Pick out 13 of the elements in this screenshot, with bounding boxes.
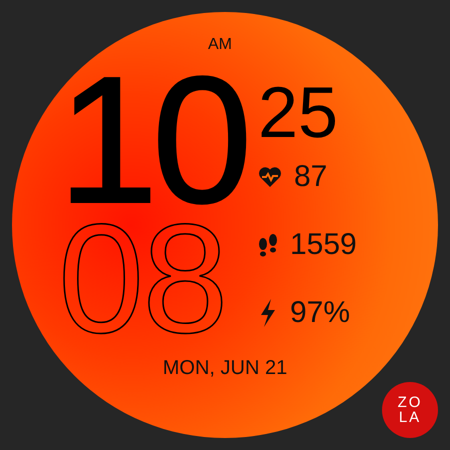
minute-digits: 25 (258, 83, 340, 143)
footprints-icon (258, 233, 278, 257)
stat-value: 1559 (290, 228, 357, 262)
lightning-icon (258, 299, 278, 327)
hour-digits: 10 (58, 66, 248, 216)
date-label: MON, JUN 21 (162, 357, 288, 380)
am-pm-label: AM (208, 36, 232, 54)
outline-digits: 08 (58, 219, 226, 339)
logo-text: ZO (398, 395, 422, 410)
stat-value: 87 (294, 160, 328, 194)
stat-value: 97% (290, 296, 350, 330)
heart-rate-icon (258, 166, 282, 188)
logo-text: LA (398, 410, 422, 425)
